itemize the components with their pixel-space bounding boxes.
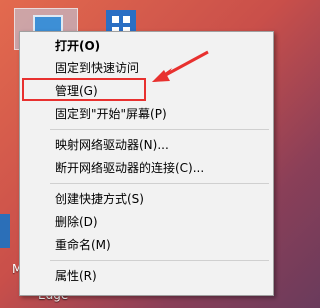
red-arrow-icon [152, 50, 209, 82]
menu-item-map-network-drive[interactable]: 映射网络驱动器(N)... [20, 134, 273, 156]
menu-item-delete[interactable]: 删除(D) [20, 211, 273, 233]
desktop-app-icon[interactable] [0, 214, 10, 248]
menu-separator [50, 260, 269, 261]
context-menu: 打开(O) 固定到快速访问 管理(G) 固定到"开始"屏幕(P) 映射网络驱动器… [19, 31, 274, 296]
menu-item-open[interactable]: 打开(O) [20, 35, 273, 57]
menu-item-properties[interactable]: 属性(R) [20, 265, 273, 287]
menu-item-pin-quick-access[interactable]: 固定到快速访问 [20, 57, 273, 79]
menu-item-rename[interactable]: 重命名(M) [20, 234, 273, 256]
menu-item-disconnect-network-drive[interactable]: 断开网络驱动器的连接(C)... [20, 157, 273, 179]
menu-item-pin-start[interactable]: 固定到"开始"屏幕(P) [20, 103, 273, 125]
highlight-box [22, 78, 146, 101]
menu-separator [50, 183, 269, 184]
menu-separator [50, 129, 269, 130]
menu-item-create-shortcut[interactable]: 创建快捷方式(S) [20, 188, 273, 210]
